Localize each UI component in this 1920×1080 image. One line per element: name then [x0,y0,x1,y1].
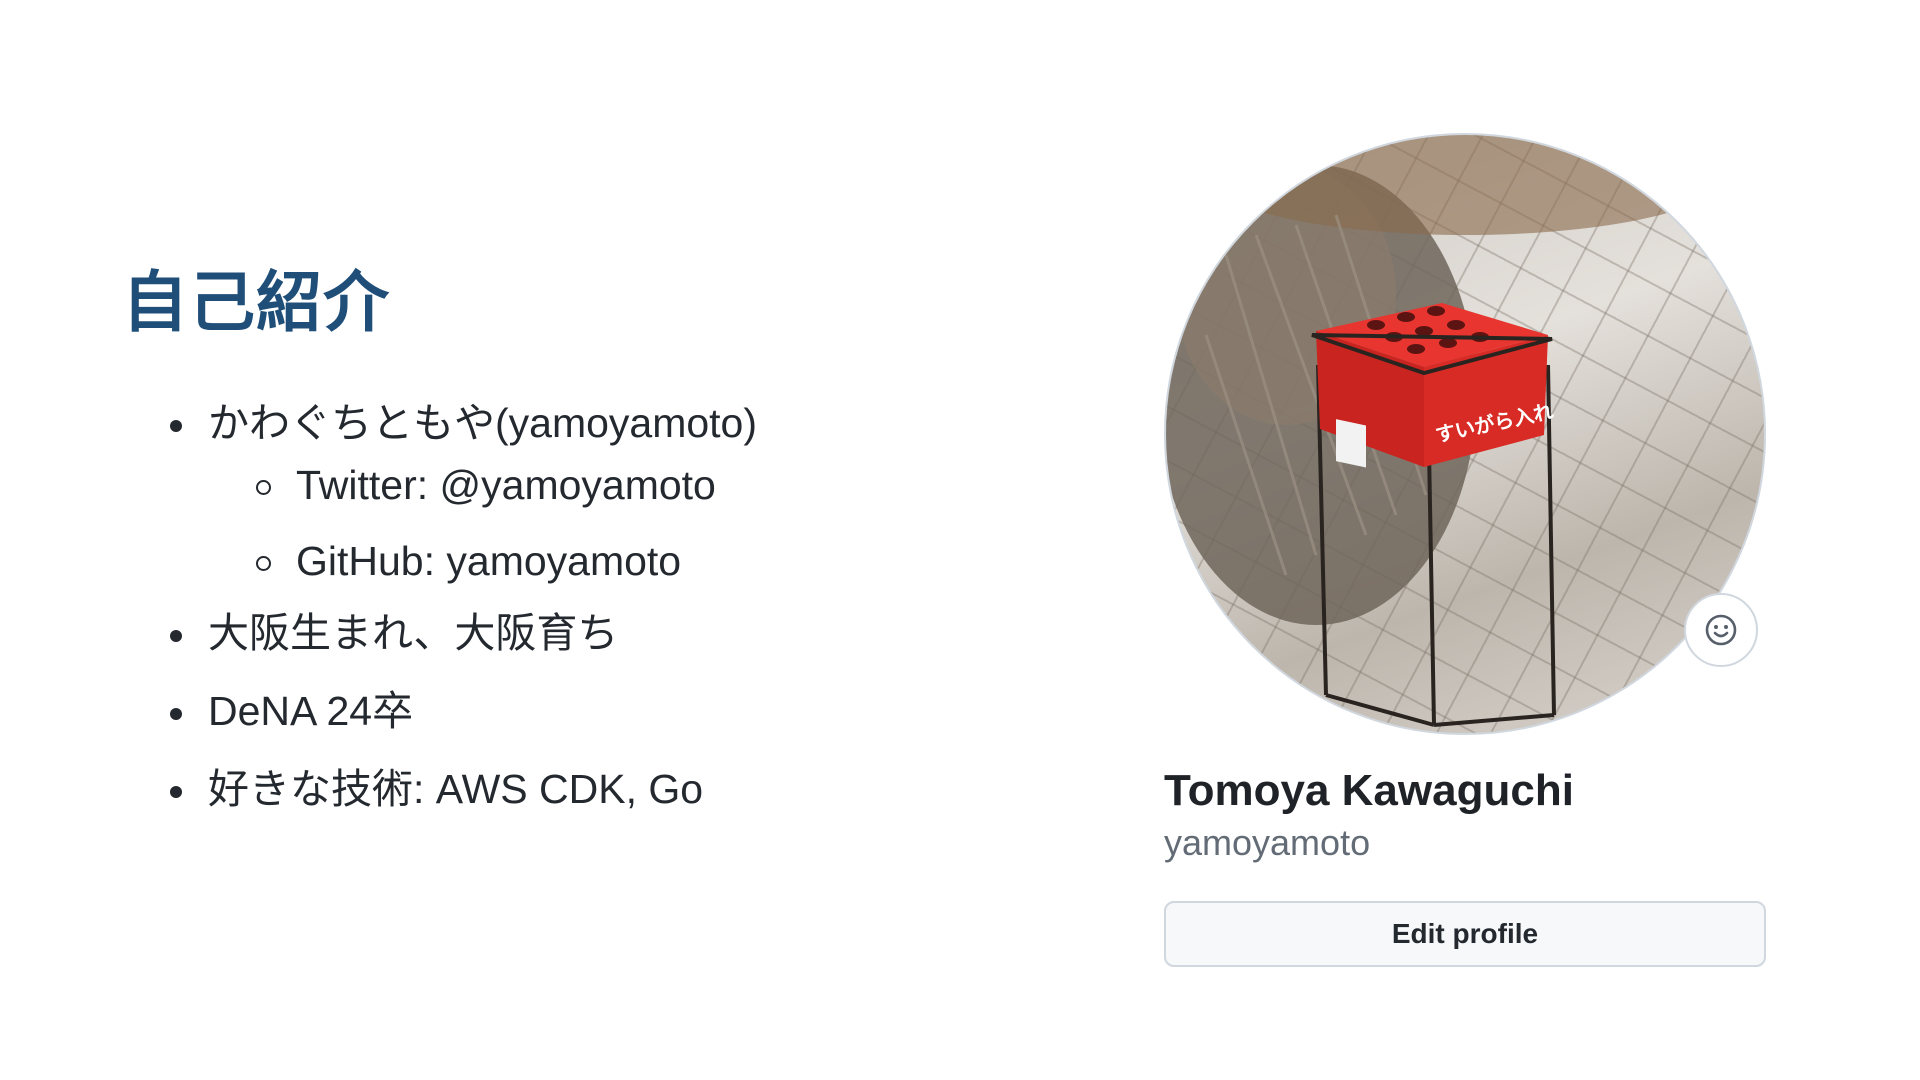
list-item-company: DeNA 24卒 [166,686,1046,736]
edit-profile-button[interactable]: Edit profile [1164,901,1766,967]
set-status-button[interactable] [1684,593,1758,667]
list-item-hometown: 大阪生まれ、大阪育ち [166,608,1046,658]
avatar[interactable]: すいがら入れ [1164,133,1766,735]
twitter-text: Twitter: @yamoyamoto [296,462,716,508]
github-text: GitHub: yamoyamoto [296,538,682,584]
profile-name: Tomoya Kawaguchi [1164,766,1574,815]
intro-list: かわぐちともや(yamoyamoto) Twitter: @yamoyamoto… [166,398,1046,842]
name-text: かわぐちともや(yamoyamoto) [208,400,758,446]
list-item-twitter: Twitter: @yamoyamoto [208,460,1046,510]
profile-card: すいがら入れ Tomoya Kawaguchi yamoyamoto Edit … [1164,133,1766,967]
list-item-name: かわぐちともや(yamoyamoto) Twitter: @yamoyamoto… [166,398,1046,586]
favorite-tech-text: 好きな技術: AWS CDK, Go [208,766,704,812]
company-text: DeNA 24卒 [208,688,414,734]
list-item-github: GitHub: yamoyamoto [208,536,1046,586]
slide-title: 自己紹介 [122,265,390,339]
contact-sublist: Twitter: @yamoyamoto GitHub: yamoyamoto [208,460,1046,586]
hometown-text: 大阪生まれ、大阪育ち [208,610,619,656]
profile-login: yamoyamoto [1164,822,1371,863]
smiley-icon [1705,614,1737,646]
list-item-favorite-tech: 好きな技術: AWS CDK, Go [166,764,1046,814]
